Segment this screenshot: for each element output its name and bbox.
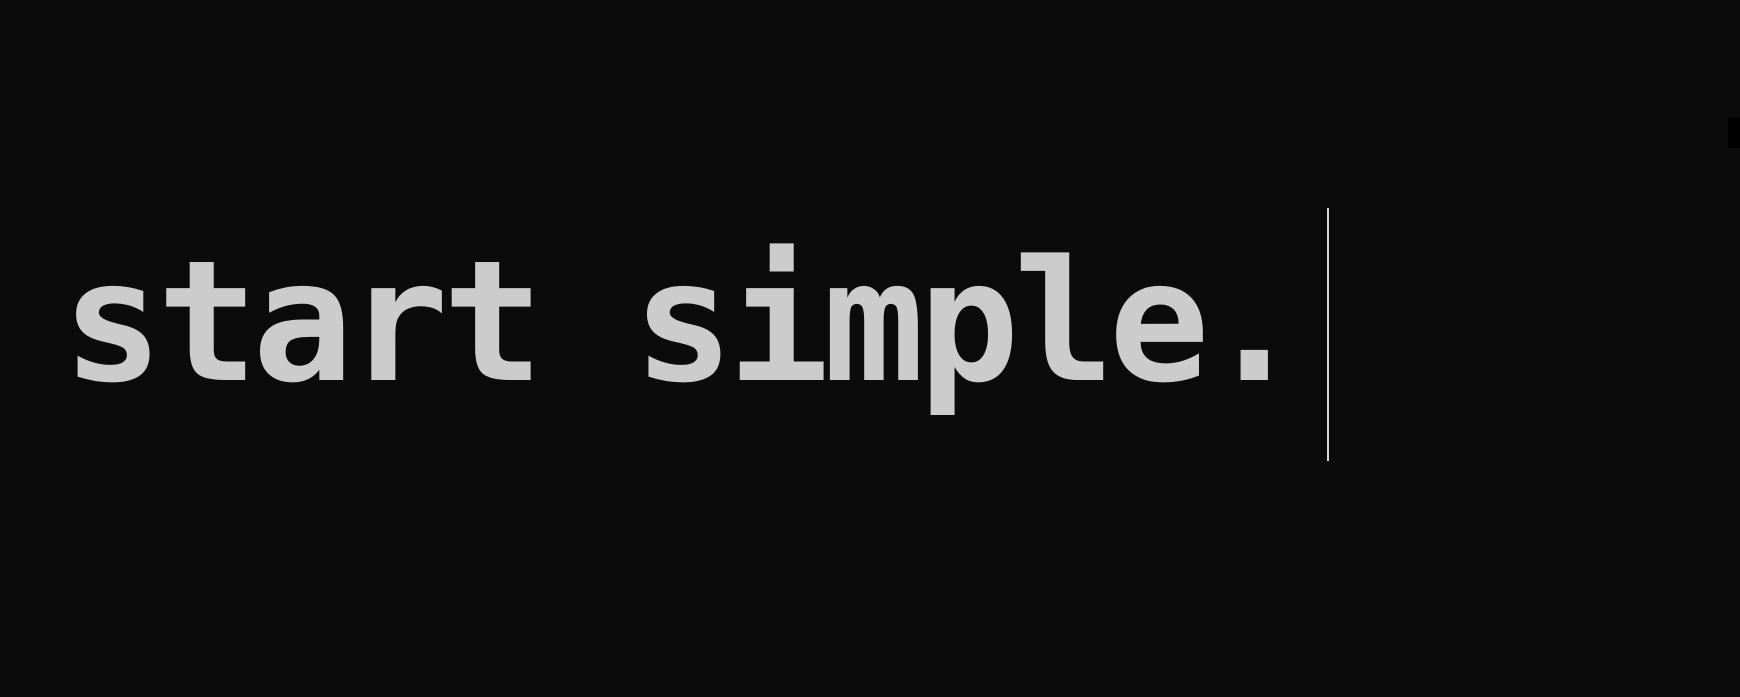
typed-text: start simple. <box>62 224 1305 420</box>
edge-mark <box>1728 118 1740 148</box>
text-display-screen: start simple. <box>0 0 1740 697</box>
text-caret <box>1326 208 1329 461</box>
typed-line[interactable]: start simple. <box>62 208 1329 462</box>
